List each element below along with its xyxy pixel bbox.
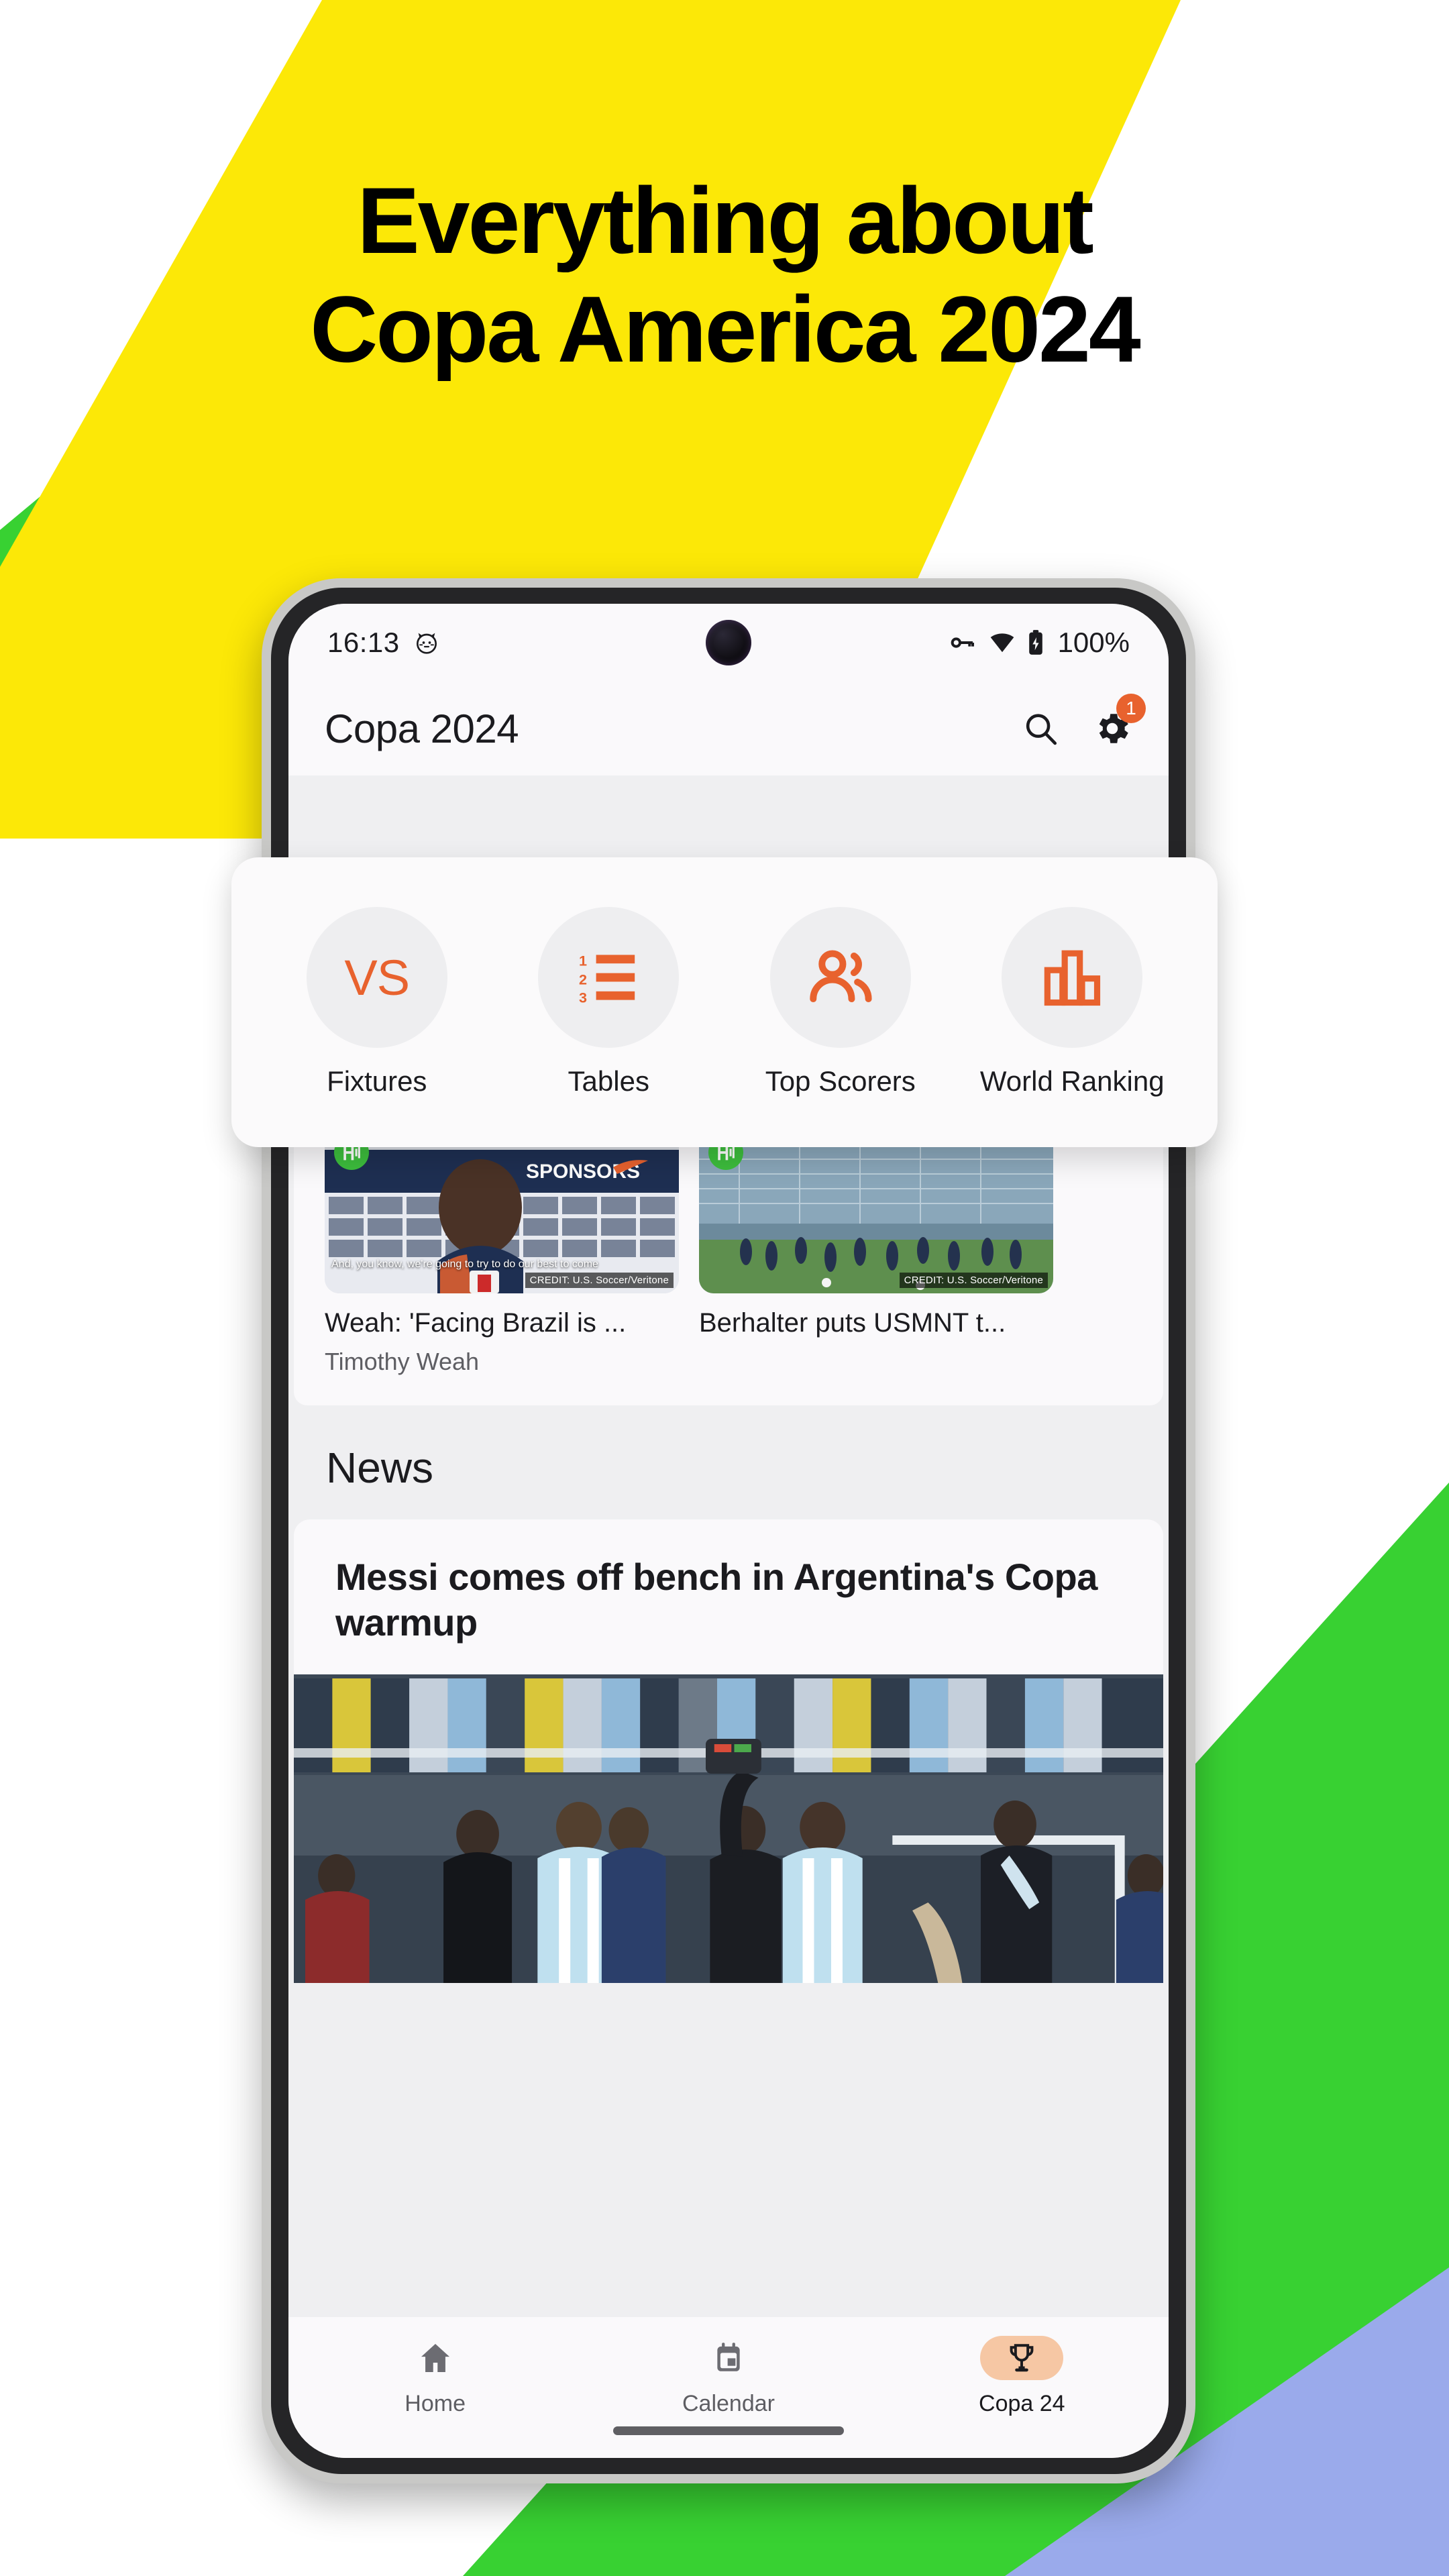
status-time: 16:13 xyxy=(327,627,400,658)
page-title: Copa 2024 xyxy=(325,706,519,751)
status-bar: 16:13 100% xyxy=(288,604,1169,682)
bottom-navigation: Home Calendar Copa 24 xyxy=(288,2317,1169,2458)
nav-pill-copa24 xyxy=(980,2336,1064,2380)
nav-item-calendar[interactable]: Calendar xyxy=(648,2336,809,2417)
nav-item-copa24[interactable]: Copa 24 xyxy=(941,2336,1102,2417)
trophy-icon xyxy=(1010,2344,1034,2372)
svg-text:2: 2 xyxy=(579,971,587,987)
quick-action-circle xyxy=(769,907,911,1048)
cat-face-icon xyxy=(416,633,437,654)
status-bar-right: 100% xyxy=(948,627,1130,659)
calendar-icon xyxy=(717,2343,740,2371)
video-caption-overlay: And, you know, we're going to try to do … xyxy=(331,1258,598,1270)
video-credit: CREDIT: U.S. Soccer/Veritone xyxy=(525,1273,674,1288)
video-thumbnail[interactable]: SPONSORS And, you know, we're going to t… xyxy=(325,1127,679,1293)
news-article-image xyxy=(294,1674,1163,1983)
quick-actions-card: VS Fixtures 1 2 3 Tables Top Scorers Wor… xyxy=(231,857,1218,1147)
promo-headline: Everything about Copa America 2024 xyxy=(0,166,1449,384)
search-button[interactable] xyxy=(1021,709,1060,748)
news-section-title: News xyxy=(326,1444,434,1492)
quick-action-fixtures[interactable]: VS Fixtures xyxy=(270,907,484,1097)
video-item[interactable]: CREDIT: U.S. Soccer/Veritone Berhalter p… xyxy=(699,1127,1053,1376)
quick-action-label: Top Scorers xyxy=(765,1065,916,1097)
quick-action-circle: 1 2 3 xyxy=(538,907,680,1048)
video-title: Berhalter puts USMNT t... xyxy=(699,1308,1006,1338)
camera-punch-hole xyxy=(706,620,751,665)
svg-text:1: 1 xyxy=(579,952,587,969)
status-bar-left: 16:13 xyxy=(327,627,440,659)
quick-action-label: Fixtures xyxy=(327,1065,427,1097)
nav-label-copa24: Copa 24 xyxy=(979,2391,1065,2416)
videos-list: SPONSORS And, you know, we're going to t… xyxy=(294,1127,1163,1376)
settings-badge: 1 xyxy=(1116,694,1146,723)
app-bar: Copa 2024 1 xyxy=(288,682,1169,775)
bar-chart-icon xyxy=(1044,950,1101,1006)
news-article-card[interactable]: Messi comes off bench in Argentina's Cop… xyxy=(294,1519,1163,1983)
gesture-bar[interactable] xyxy=(613,2426,844,2435)
wifi-icon xyxy=(990,633,1014,653)
vs-icon: VS xyxy=(344,949,410,1006)
quick-action-circle: VS xyxy=(306,907,447,1048)
battery-percent: 100% xyxy=(1057,627,1130,658)
quick-action-label: World Ranking xyxy=(979,1065,1165,1097)
video-author: Timothy Weah xyxy=(325,1348,480,1375)
headline-line-1: Everything about xyxy=(357,168,1093,273)
video-title: Weah: 'Facing Brazil is ... xyxy=(325,1308,627,1338)
video-item[interactable]: SPONSORS And, you know, we're going to t… xyxy=(325,1127,679,1376)
settings-button[interactable]: 1 xyxy=(1092,694,1146,749)
quick-action-world-ranking[interactable]: World Ranking xyxy=(965,907,1179,1097)
quick-action-circle xyxy=(1002,907,1143,1048)
video-thumbnail[interactable]: CREDIT: U.S. Soccer/Veritone xyxy=(699,1127,1053,1293)
nav-label-calendar: Calendar xyxy=(682,2391,775,2416)
svg-text:3: 3 xyxy=(579,989,587,1006)
nav-label-home: Home xyxy=(405,2391,466,2416)
home-icon xyxy=(421,2344,449,2372)
headline-line-2: Copa America 2024 xyxy=(310,276,1141,382)
vpn-key-icon xyxy=(951,637,974,648)
numbered-list-icon: 1 2 3 xyxy=(579,952,635,1006)
video-credit: CREDIT: U.S. Soccer/Veritone xyxy=(899,1273,1048,1288)
quick-action-top-scorers[interactable]: Top Scorers xyxy=(733,907,948,1097)
quick-action-tables[interactable]: 1 2 3 Tables xyxy=(501,907,716,1097)
quick-action-label: Tables xyxy=(568,1065,649,1097)
nav-item-home[interactable]: Home xyxy=(355,2336,516,2417)
search-icon xyxy=(1026,714,1057,745)
app-bar-actions: 1 xyxy=(1021,694,1146,749)
battery-charging-icon xyxy=(1028,630,1042,655)
people-icon xyxy=(810,950,872,1003)
nav-pill-calendar xyxy=(687,2336,770,2380)
video-thumbnail-image xyxy=(699,1127,1053,1293)
news-article-title: Messi comes off bench in Argentina's Cop… xyxy=(335,1556,1097,1644)
nav-pill-home xyxy=(394,2336,477,2380)
